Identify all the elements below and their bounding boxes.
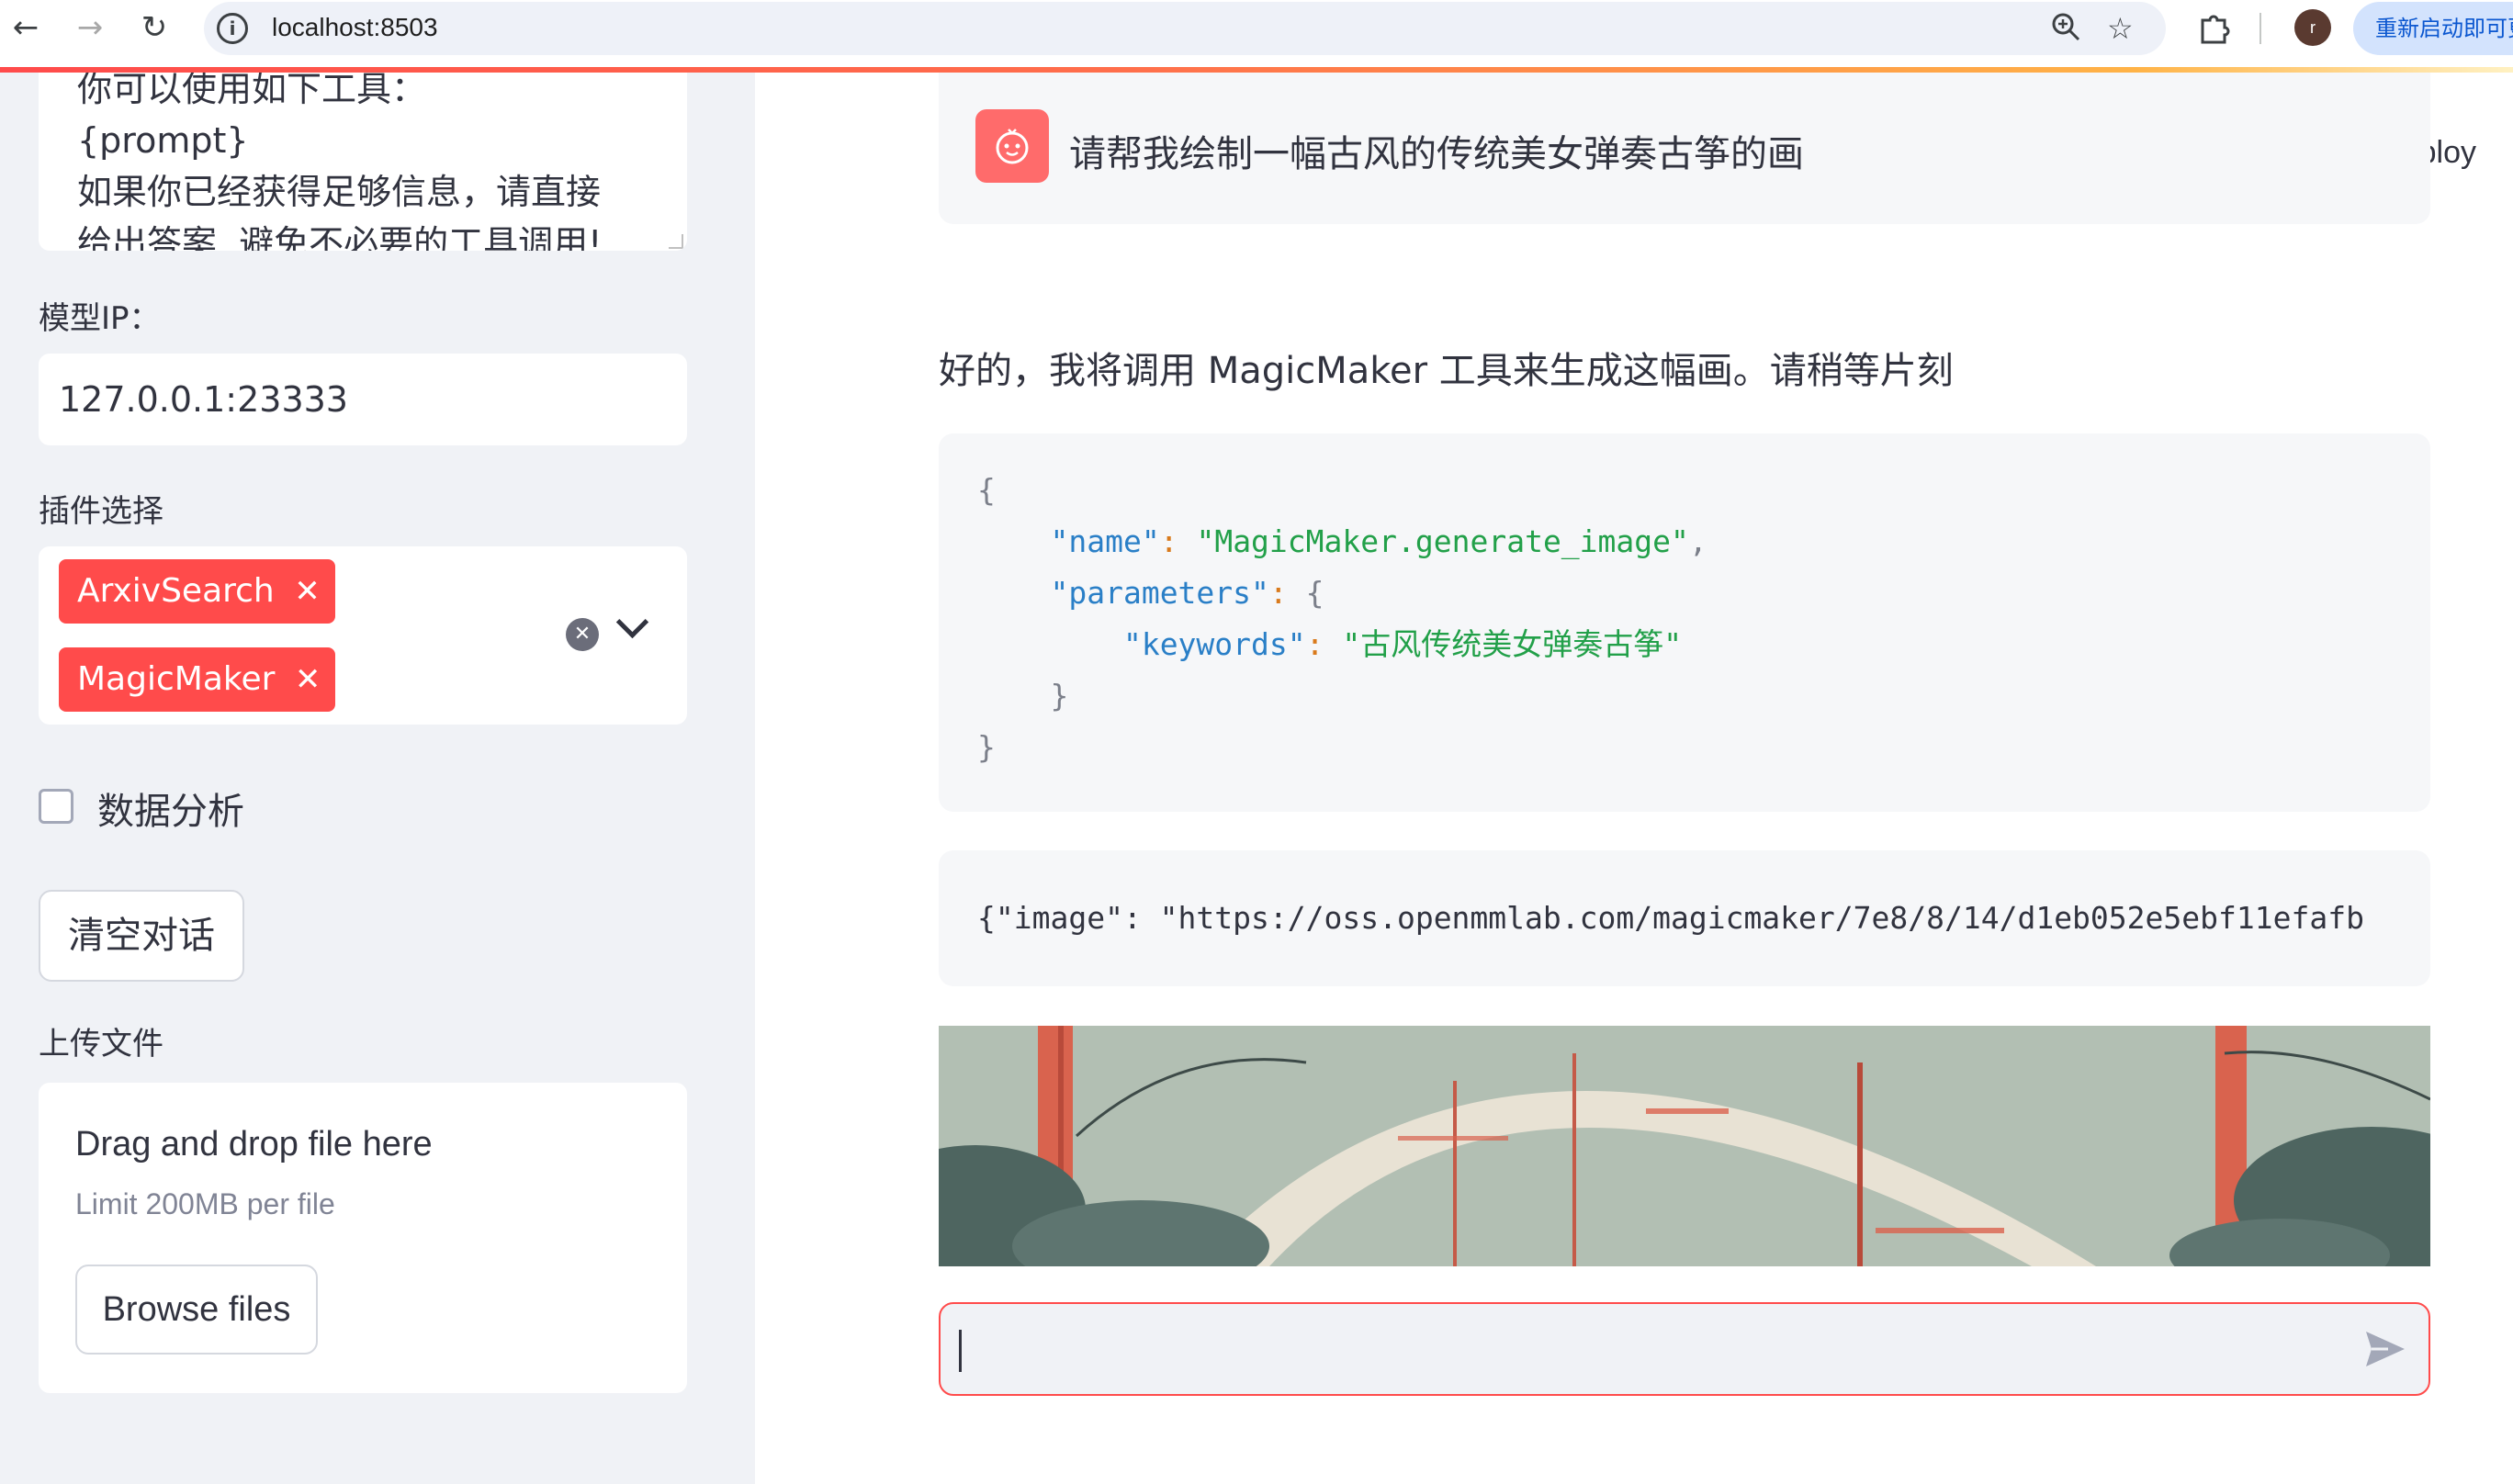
tool-call-code-block: { "name": "MagicMaker.generate_image", "… [939, 433, 2430, 812]
forward-icon[interactable]: → [70, 9, 110, 46]
model-ip-label: 模型IP： [39, 300, 161, 337]
user-message: 请帮我绘制一幅古风的传统美女弹奏古筝的画 [939, 73, 2430, 224]
zoom-icon[interactable] [2050, 11, 2081, 50]
url-text[interactable]: localhost:8503 [272, 13, 438, 42]
resize-handle-icon[interactable] [669, 234, 683, 249]
assistant-message-text: 好的，我将调用 MagicMaker 工具来生成这幅画。请稍等片刻 [939, 350, 1954, 392]
address-bar[interactable]: i localhost:8503 ☆ [204, 2, 2166, 55]
prompt-textarea-value[interactable]: 你可以使用如下工具： {prompt} 如果你已经获得足够信息，请直接 给出答案… [77, 73, 665, 251]
user-avatar-icon [975, 109, 1049, 183]
relaunch-button[interactable]: 重新启动即可更新 [2353, 2, 2513, 55]
chevron-down-icon[interactable] [615, 605, 649, 639]
sidebar: 你可以使用如下工具： {prompt} 如果你已经获得足够信息，请直接 给出答案… [0, 73, 755, 1484]
bookmark-star-icon[interactable]: ☆ [2107, 11, 2134, 46]
user-message-text: 请帮我绘制一幅古风的传统美女弹奏古筝的画 [1069, 133, 1804, 175]
toolbar-divider [2259, 13, 2261, 44]
data-analysis-checkbox[interactable] [39, 789, 73, 824]
model-ip-input[interactable]: 127.0.0.1:23333 [39, 354, 687, 445]
drop-zone-title: Drag and drop file here [75, 1125, 433, 1164]
profile-avatar[interactable]: r [2294, 9, 2331, 46]
data-analysis-label[interactable]: 数据分析 [97, 781, 244, 835]
tool-result-block: {"image": "https://oss.openmmlab.com/mag… [939, 850, 2430, 986]
upload-label: 上传文件 [39, 1026, 163, 1062]
prompt-textarea[interactable]: 你可以使用如下工具： {prompt} 如果你已经获得足够信息，请直接 给出答案… [39, 73, 687, 251]
clear-conversation-button[interactable]: 清空对话 [39, 890, 244, 982]
extensions-icon[interactable] [2197, 11, 2230, 52]
main-content: Deploy 请帮我绘制一幅古风的传统美女弹奏古筝的画 好的，我将调用 Magi… [755, 73, 2513, 1484]
plugin-multiselect[interactable]: ArxivSearch ✕ MagicMaker ✕ ✕ [39, 546, 687, 725]
plugin-select-label: 插件选择 [39, 493, 163, 530]
browser-toolbar: ← → ↻ i localhost:8503 ☆ r 重新启动即可更新 [0, 0, 2513, 57]
back-icon[interactable]: ← [6, 9, 46, 46]
send-icon[interactable] [2362, 1326, 2408, 1376]
plugin-tag-label: MagicMaker [77, 660, 276, 698]
plugin-tag-label: ArxivSearch [77, 572, 275, 610]
drop-zone-limit: Limit 200MB per file [75, 1187, 335, 1220]
reload-icon[interactable]: ↻ [134, 9, 175, 46]
remove-tag-icon[interactable]: ✕ [295, 647, 321, 712]
plugin-tag-magicmaker[interactable]: MagicMaker ✕ [59, 647, 336, 712]
text-caret [959, 1330, 962, 1372]
generated-image [939, 1026, 2430, 1266]
file-uploader[interactable]: Drag and drop file here Limit 200MB per … [39, 1083, 687, 1393]
plugin-tag-arxivsearch[interactable]: ArxivSearch ✕ [59, 559, 335, 624]
browse-files-button[interactable]: Browse files [75, 1265, 318, 1355]
clear-all-icon[interactable]: ✕ [566, 618, 599, 651]
code-content: { "name": "MagicMaker.generate_image", "… [977, 472, 1707, 765]
chat-input[interactable] [939, 1302, 2430, 1396]
tool-result-text: {"image": "https://oss.openmmlab.com/mag… [977, 900, 2364, 936]
remove-tag-icon[interactable]: ✕ [294, 559, 321, 624]
site-info-icon[interactable]: i [217, 13, 248, 44]
